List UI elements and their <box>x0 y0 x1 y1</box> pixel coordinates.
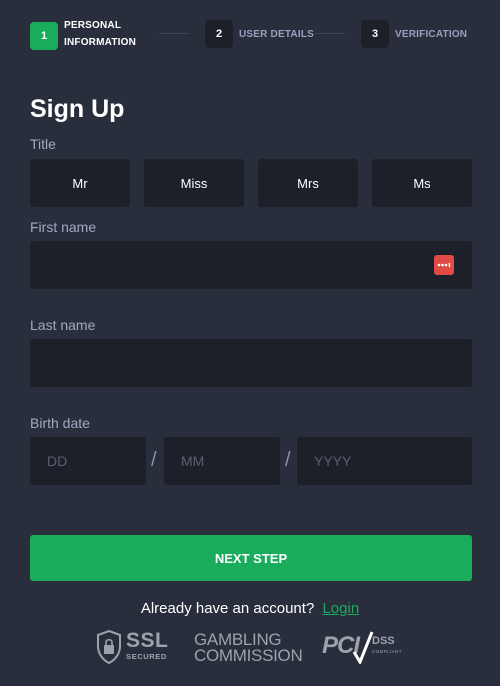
dss-subtitle: COMPLIANT <box>372 649 402 654</box>
login-prompt-row: Already have an account? Login <box>0 600 500 617</box>
password-dots-icon[interactable] <box>434 255 454 275</box>
title-option-ms[interactable]: Ms <box>372 159 472 207</box>
last-name-label: Last name <box>30 317 96 333</box>
first-name-field <box>30 241 472 289</box>
last-name-field <box>30 339 472 387</box>
signup-stepper: 1 Personal Information 2 User Details 3 … <box>30 17 470 51</box>
login-prompt-text: Already have an account? <box>140 600 315 617</box>
login-link[interactable]: Login <box>322 600 359 617</box>
gambling-commission-badge: GAMBLING COMMISSION <box>194 631 303 665</box>
pci-dss-badge: PCI DSS COMPLIANT <box>322 628 412 668</box>
gambling-line-2: COMMISSION <box>194 646 303 665</box>
first-name-input[interactable] <box>30 241 472 289</box>
next-step-button[interactable]: Next Step <box>30 535 472 581</box>
title-option-miss[interactable]: Miss <box>144 159 244 207</box>
title-options: Mr Miss Mrs Ms <box>30 159 472 207</box>
birth-year-field <box>297 437 472 485</box>
birth-month-field <box>164 437 280 485</box>
step-number: 1 <box>30 21 58 50</box>
ssl-badge: SSL SECURED <box>96 628 176 668</box>
birth-day-field <box>30 437 146 485</box>
trust-badges: SSL SECURED GAMBLING COMMISSION PCI DSS … <box>0 628 500 670</box>
step-number: 3 <box>361 20 389 48</box>
step-label: User Details <box>239 28 314 40</box>
shield-lock-icon <box>97 630 121 664</box>
step-number: 2 <box>205 20 233 48</box>
birth-year-input[interactable] <box>297 437 472 485</box>
title-option-mrs[interactable]: Mrs <box>258 159 358 207</box>
step-personal-information: 1 Personal Information <box>30 17 149 51</box>
step-label: Personal Information <box>64 20 137 48</box>
title-field-label: Title <box>30 136 56 152</box>
first-name-label: First name <box>30 219 97 235</box>
birth-day-input[interactable] <box>30 437 146 485</box>
birth-month-input[interactable] <box>164 437 280 485</box>
birth-date-label: Birth date <box>30 415 90 431</box>
date-separator: / <box>285 449 291 471</box>
title-option-mr[interactable]: Mr <box>30 159 130 207</box>
ssl-title: SSL <box>126 629 169 652</box>
dss-text: DSS <box>372 635 395 647</box>
step-connector <box>315 33 345 34</box>
step-label: Verification <box>395 28 468 40</box>
date-separator: / <box>151 449 157 471</box>
checkmark-icon <box>352 631 374 664</box>
page-title: Sign Up <box>30 95 125 123</box>
step-verification: 3 Verification <box>361 17 467 48</box>
step-user-details: 2 User Details <box>205 17 314 48</box>
ssl-subtitle: SECURED <box>126 652 167 661</box>
last-name-input[interactable] <box>30 339 472 387</box>
step-connector <box>159 33 189 34</box>
